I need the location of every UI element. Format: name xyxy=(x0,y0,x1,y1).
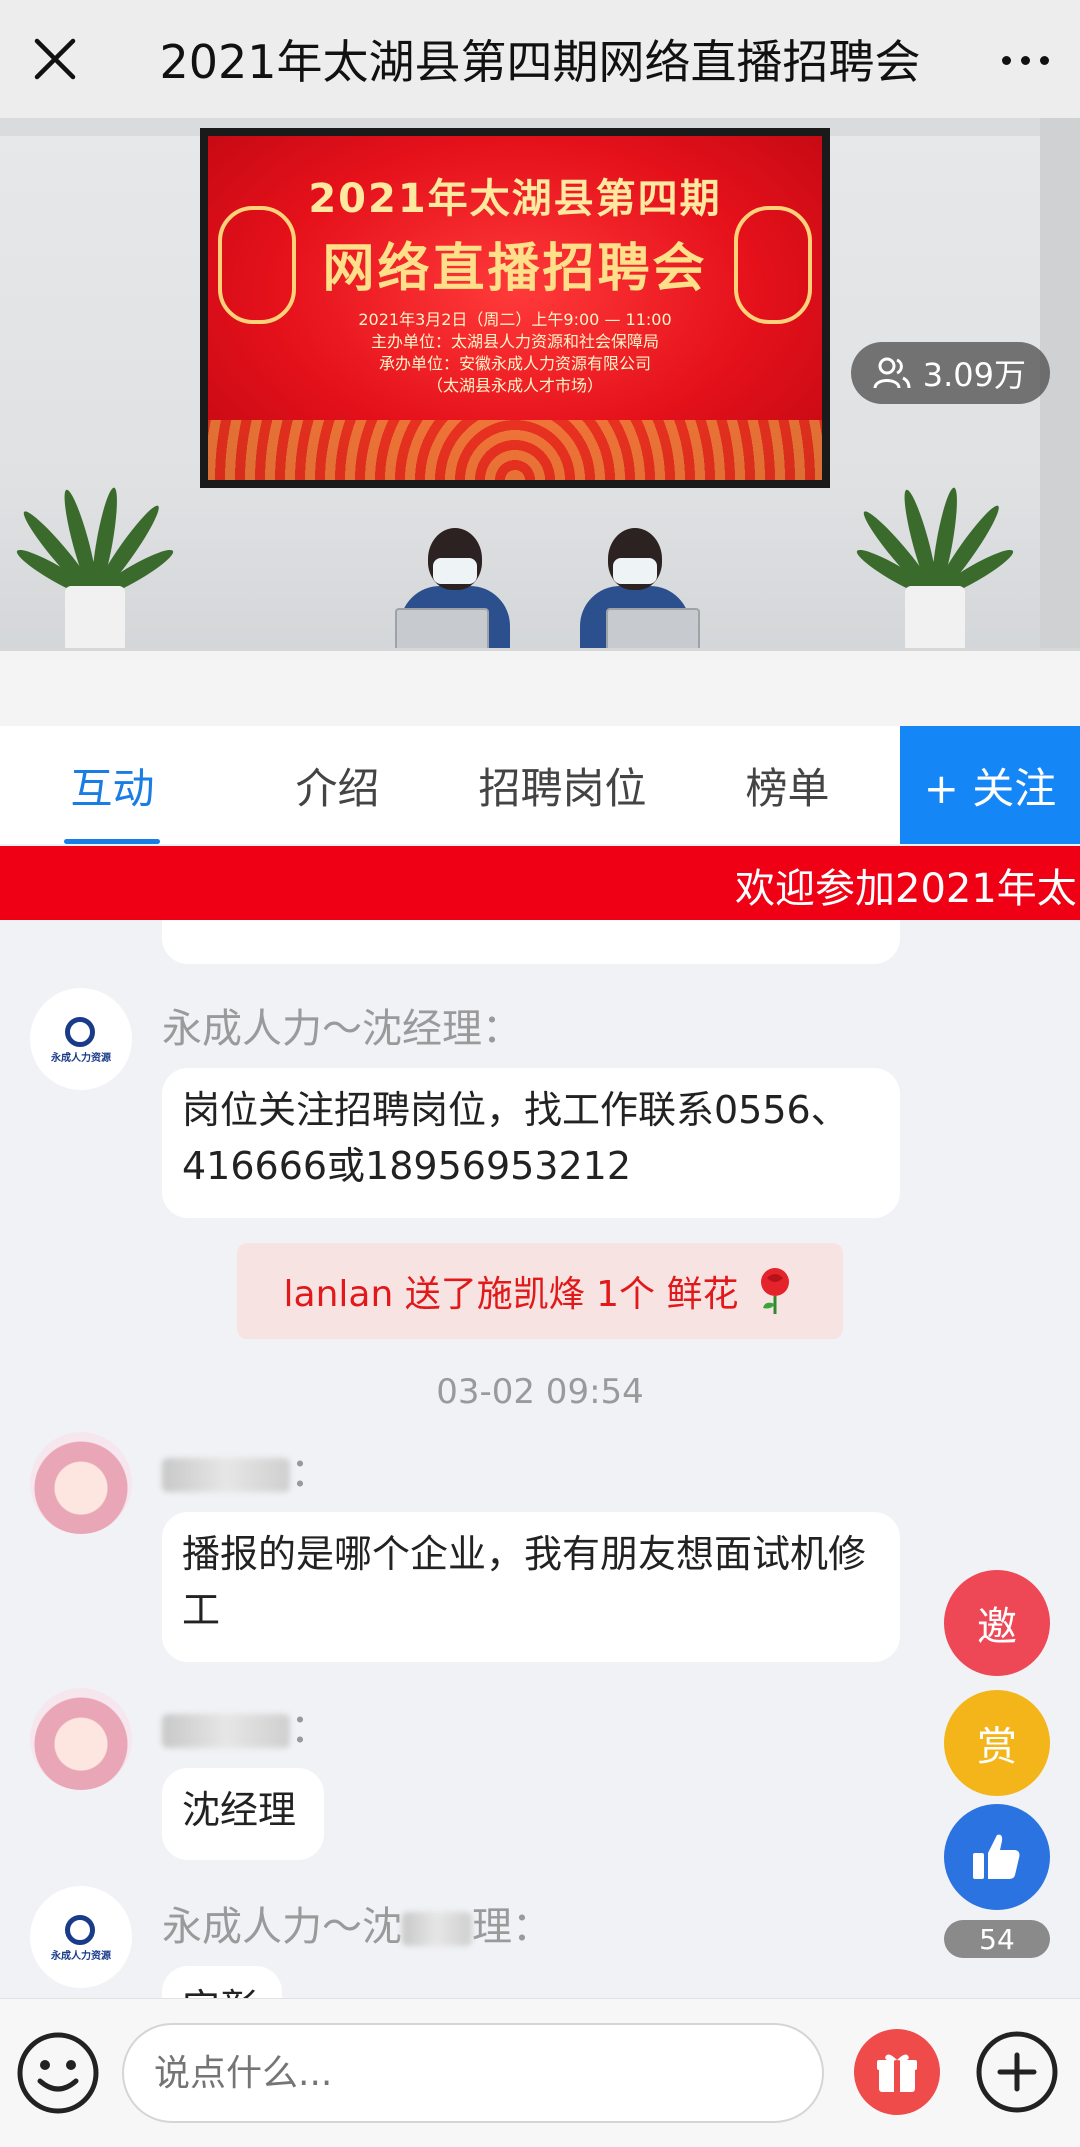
invite-button[interactable]: 邀 xyxy=(944,1570,1050,1676)
chat-bubble: 岗位关注招聘岗位，找工作联系0556、416666或18956953212 xyxy=(162,1068,900,1218)
chat-bubble-partial xyxy=(162,920,900,964)
chat-bubble: 播报的是哪个企业，我有朋友想面试机修工 xyxy=(162,1512,900,1662)
chat-list[interactable]: 永成人力资源 永成人力～沈经理： 岗位关注招聘岗位，找工作联系0556、4166… xyxy=(0,920,1080,1998)
screen-date: 2021年3月2日（周二）上午9:00 — 11:00 xyxy=(358,310,672,329)
company-logo-icon: 永成人力资源 xyxy=(51,1017,111,1064)
smiley-icon xyxy=(17,2032,99,2114)
announcement-marquee: 欢迎参加2021年太 xyxy=(0,846,1080,920)
avatar[interactable] xyxy=(30,1432,132,1534)
viewer-count-badge: 3.09万 xyxy=(850,342,1050,404)
plant-right xyxy=(853,396,1017,656)
gift-icon xyxy=(877,2054,917,2092)
close-icon xyxy=(34,38,76,80)
sender-name: 永成人力～沈经理： xyxy=(162,1006,522,1052)
page-title: 2021年太湖县第四期网络直播招聘会 xyxy=(159,35,921,89)
blurred-name xyxy=(402,1912,472,1946)
user-avatar-image xyxy=(30,1688,132,1790)
reward-label: 赏 xyxy=(977,1724,1017,1770)
message-timestamp: 03-02 09:54 xyxy=(436,1372,644,1412)
avatar[interactable]: 永成人力资源 xyxy=(30,1886,132,1988)
chat-bubble: 沈经理 xyxy=(162,1768,324,1860)
more-icon xyxy=(997,50,1054,69)
plant-left xyxy=(13,396,177,656)
title-bar: 2021年太湖县第四期网络直播招聘会 xyxy=(0,0,1080,118)
avatar[interactable]: 永成人力资源 xyxy=(30,988,132,1090)
wall-pillar xyxy=(1040,118,1080,726)
sender-name: 永成人力～沈 理： xyxy=(162,1904,552,1950)
blurred-name xyxy=(162,1458,290,1492)
tab-interaction[interactable]: 互动 xyxy=(0,726,225,844)
sender-name: ： xyxy=(162,1440,330,1498)
desk xyxy=(0,648,1080,726)
follow-button[interactable]: + 关注 xyxy=(900,726,1080,844)
composer-bar xyxy=(0,1998,1080,2147)
more-button[interactable] xyxy=(970,0,1080,118)
marquee-text: 欢迎参加2021年太 xyxy=(735,866,1077,912)
people-icon xyxy=(873,357,911,389)
screen-waves xyxy=(208,420,822,480)
gift-notice-text: lanlan 送了施凯烽 1个 鲜花 xyxy=(283,1274,739,1315)
gift-notice: lanlan 送了施凯烽 1个 鲜花 xyxy=(237,1243,843,1339)
screen-market: （太湖县永成人才市场） xyxy=(426,376,603,395)
gift-button[interactable] xyxy=(854,2029,940,2115)
chat-bubble: 实彰 xyxy=(162,1966,282,1998)
viewer-count: 3.09万 xyxy=(922,356,1026,394)
reward-button[interactable]: 赏 xyxy=(944,1690,1050,1796)
live-video-player[interactable]: 2021年太湖县第四期 网络直播招聘会 2021年3月2日（周二）上午9:00 … xyxy=(0,118,1080,726)
message-input[interactable] xyxy=(122,2023,824,2123)
user-avatar-image xyxy=(30,1432,132,1534)
blurred-name xyxy=(162,1714,290,1748)
screen-organizer: 承办单位：安徽永成人力资源有限公司 xyxy=(378,354,651,373)
plus-icon xyxy=(976,2031,1058,2113)
more-actions-button[interactable] xyxy=(974,2029,1060,2115)
company-logo-icon: 永成人力资源 xyxy=(51,1915,111,1962)
rose-icon xyxy=(760,1268,789,1314)
tab-introduction[interactable]: 介绍 xyxy=(225,726,450,844)
screen-title-line2: 网络直播招聘会 xyxy=(322,239,708,299)
close-button[interactable] xyxy=(0,0,110,118)
tab-leaderboard[interactable]: 榜单 xyxy=(675,726,900,844)
thumbs-up-icon xyxy=(973,1834,1020,1879)
screen-title-line1: 2021年太湖县第四期 xyxy=(308,176,722,222)
invite-label: 邀 xyxy=(977,1604,1017,1650)
tab-job-positions[interactable]: 招聘岗位 xyxy=(450,726,675,844)
emoji-button[interactable] xyxy=(16,2031,100,2115)
like-count: 54 xyxy=(944,1920,1050,1958)
like-button[interactable] xyxy=(944,1804,1050,1910)
screen-host: 主办单位：太湖县人力资源和社会保障局 xyxy=(370,332,659,351)
tab-bar: 互动 介绍 招聘岗位 榜单 + 关注 xyxy=(0,726,1080,844)
avatar[interactable] xyxy=(30,1688,132,1790)
sender-name: ： xyxy=(162,1696,330,1754)
led-screen: 2021年太湖县第四期 网络直播招聘会 2021年3月2日（周二）上午9:00 … xyxy=(200,128,830,488)
